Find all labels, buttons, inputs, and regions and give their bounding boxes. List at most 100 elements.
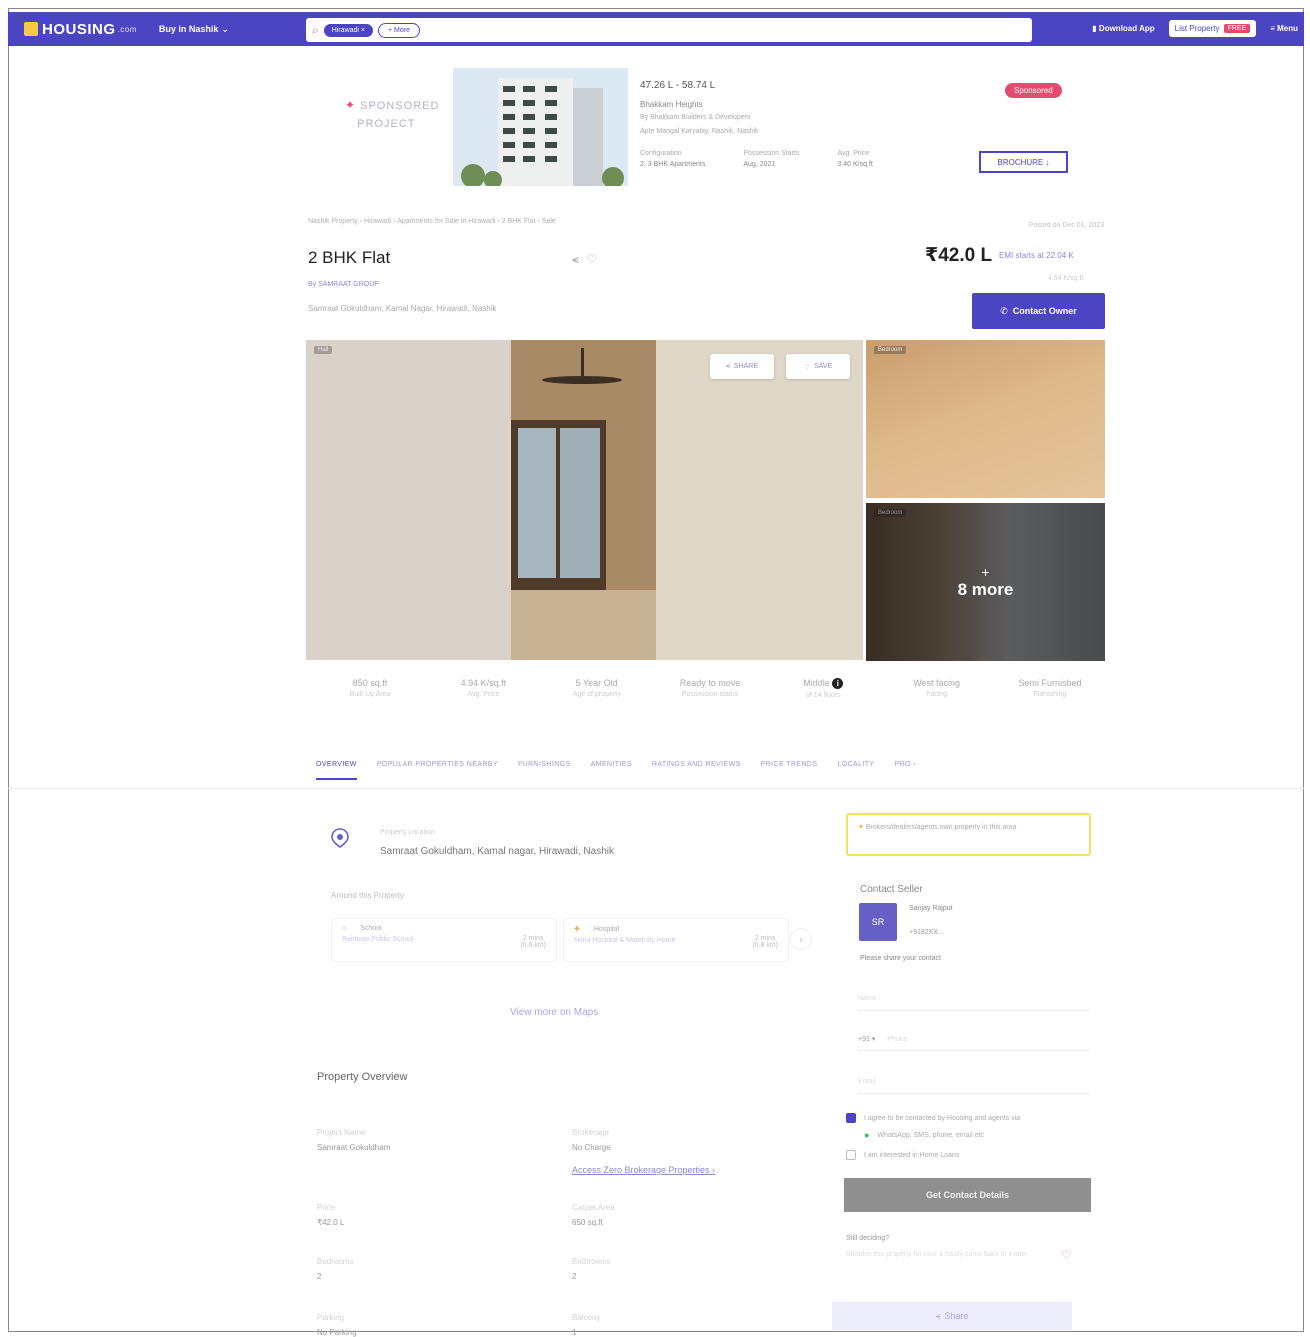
- carousel-next-button[interactable]: ›: [790, 928, 812, 950]
- add-more-chip[interactable]: + More: [378, 22, 420, 38]
- listing-builder[interactable]: By SAMRAAT GROUP: [308, 281, 379, 288]
- country-code-select[interactable]: +91 ▾: [858, 1036, 875, 1043]
- search-bar[interactable]: ⌕ Hirawadi × + More: [306, 18, 1032, 42]
- agree-checkbox[interactable]: [846, 1113, 856, 1123]
- sponsored-project-image[interactable]: [453, 68, 628, 186]
- fact-key: Avg. Price: [837, 150, 870, 157]
- locality-chip-label: Hirawadi: [331, 26, 359, 34]
- tab-divider: [8, 788, 1304, 789]
- sparkle-icon: ✦: [345, 98, 357, 112]
- shortlist-heart-icon[interactable]: ♡: [1061, 1248, 1072, 1262]
- download-brochure-button[interactable]: BROCHURE ↓: [979, 151, 1068, 173]
- loan-text: I am interested in Home Loans: [864, 1151, 960, 1159]
- gallery-share-button[interactable]: ⪪ SHARE: [710, 354, 774, 379]
- breadcrumb[interactable]: Nashik Property › Hirawadi › Apartments …: [308, 218, 556, 225]
- zero-brokerage-link[interactable]: Access Zero Brokerage Properties ›: [572, 1165, 715, 1175]
- free-tag: FREE: [1223, 24, 1251, 33]
- nearby-card-school[interactable]: ⌂ School Rainbow Public School 2 mins (0.6…: [331, 918, 557, 962]
- gallery-save-button[interactable]: ♡ SAVE: [786, 354, 850, 379]
- overview-item: Parking No Parking: [317, 1313, 357, 1337]
- seller-phone[interactable]: +9182XX...: [909, 929, 944, 936]
- fact-key: Possession Starts: [743, 150, 800, 157]
- listing-price: ₹42.0 L: [925, 245, 993, 266]
- name-field[interactable]: Name: [858, 985, 1090, 1011]
- highlight-value: Semi Furnished: [1018, 678, 1082, 688]
- still-deciding-title: Still deciding?: [846, 1235, 890, 1242]
- overview-value: Samraat Gokuldham: [317, 1143, 391, 1152]
- list-property-label: List Property: [1174, 24, 1220, 33]
- chevron-right-icon: ›: [799, 934, 803, 944]
- tab-price-trends[interactable]: PRICE TRENDS: [761, 761, 818, 780]
- overview-key: Carpet Area: [572, 1203, 615, 1212]
- highlight-item: Middle i of 14 floors: [773, 678, 873, 699]
- gallery-thumb-top[interactable]: Bedroom: [866, 340, 1105, 498]
- agree-checkbox-row[interactable]: I agree to be contacted by Housing and a…: [846, 1113, 1020, 1123]
- nearby-category: School: [360, 925, 382, 932]
- more-photos-count: 8 more: [957, 580, 1014, 599]
- section-tabs: OVERVIEW POPULAR PROPERTIES NEARBY FURNI…: [316, 761, 916, 780]
- highlight-value: Middle: [803, 678, 830, 688]
- chevron-down-icon: ⌄: [221, 23, 229, 34]
- tab-more[interactable]: PRO ›: [895, 761, 916, 780]
- listing-address: Samraat Gokuldham, Kamal Nagar, Hirawadi…: [308, 304, 497, 313]
- overview-item: Project Name Samraat Gokuldham: [317, 1128, 390, 1152]
- download-app-link[interactable]: ▮ Download App: [1092, 24, 1154, 33]
- listing-title: 2 BHK Flat: [308, 248, 391, 267]
- plus-icon: +: [981, 564, 990, 580]
- share-button[interactable]: ⪪ Share: [832, 1302, 1072, 1330]
- nearby-km: (0.6 km): [520, 942, 546, 949]
- gallery-thumb-bottom[interactable]: Bedroom + 8 more: [866, 503, 1105, 661]
- phone-field[interactable]: +91 ▾ Phone: [858, 1025, 1090, 1051]
- room-illustration: [306, 340, 863, 660]
- highlight-label: Built Up Area: [349, 691, 391, 698]
- housing-logo[interactable]: HOUSING .com: [24, 21, 137, 38]
- overview-item: Bedrooms 2: [317, 1257, 353, 1281]
- buy-in-city-dropdown[interactable]: Buy in Nashik ⌄: [159, 24, 229, 35]
- posted-on-date: Posted on Dec 01, 2023: [1028, 222, 1104, 229]
- contact-owner-button[interactable]: ✆ Contact Owner: [972, 293, 1105, 329]
- top-nav-bar: HOUSING .com Buy in Nashik ⌄ ⌕ Hirawadi …: [8, 12, 1304, 46]
- dealer-notice-text: Brokers/dealers/agents own property in t…: [865, 824, 1017, 831]
- view-on-maps-link[interactable]: View more on Maps: [510, 1007, 598, 1018]
- locality-chip[interactable]: Hirawadi ×: [323, 23, 374, 37]
- share-icon[interactable]: ⪪: [572, 252, 587, 266]
- sponsored-project-label: ✦ SPONSORED PROJECT: [345, 96, 439, 133]
- bulb-icon: ✦: [858, 824, 864, 831]
- emi-link[interactable]: EMI starts at 22.04 K: [999, 251, 1074, 260]
- tab-popular-properties[interactable]: POPULAR PROPERTIES NEARBY: [377, 761, 498, 780]
- overview-key: Project Name: [317, 1128, 366, 1137]
- get-contact-details-button[interactable]: Get Contact Details: [844, 1178, 1091, 1212]
- highlight-value: 4.94 K/sq.ft: [460, 678, 507, 688]
- tab-furnishings[interactable]: FURNISHINGS: [518, 761, 571, 780]
- heart-icon[interactable]: ♡: [587, 252, 606, 266]
- hospital-icon: ✚: [574, 926, 580, 933]
- highlight-label: Possession status: [681, 691, 739, 698]
- menu-button[interactable]: ≡ Menu: [1270, 24, 1298, 33]
- tab-amenities[interactable]: AMENITIES: [591, 761, 632, 780]
- highlight-label: Facing: [926, 691, 948, 698]
- nearby-card-hospital[interactable]: ✚ Hospital Nima Hospital & Maternity Home…: [563, 918, 789, 962]
- chip-close-icon[interactable]: ×: [361, 27, 365, 34]
- loan-checkbox-row[interactable]: I am interested in Home Loans: [846, 1150, 959, 1160]
- tab-overview[interactable]: OVERVIEW: [316, 761, 357, 780]
- tab-ratings[interactable]: RATINGS AND REVIEWS: [652, 761, 741, 780]
- list-property-button[interactable]: List Property FREE: [1168, 20, 1257, 37]
- loan-checkbox[interactable]: [846, 1150, 856, 1160]
- property-highlights: 850 sq.ft Built Up Area 4.94 K/sq.ft Avg. …: [320, 678, 1100, 699]
- info-icon[interactable]: i: [832, 678, 844, 690]
- email-field[interactable]: Email: [858, 1068, 1090, 1094]
- nearby-time: 2 mins: [522, 935, 544, 942]
- share-label: Share: [944, 1311, 969, 1321]
- sponsored-project-name[interactable]: Bhakkam Heights: [640, 100, 703, 109]
- highlight-value: 850 sq.ft: [352, 678, 388, 688]
- overview-item: Carpet Area 650 sq.ft: [572, 1203, 615, 1227]
- sponsored-fact: Possession Starts Aug, 2021: [743, 150, 799, 168]
- tab-locality[interactable]: LOCALITY: [837, 761, 874, 780]
- overview-value: 2: [572, 1272, 577, 1281]
- menu-icon: ≡: [1270, 24, 1275, 33]
- gallery-main-photo[interactable]: Hall ⪪ SHARE ♡ SAVE: [306, 340, 863, 660]
- agree-text: I agree to be contacted by Housing and a…: [864, 1114, 1021, 1122]
- more-photos-overlay[interactable]: + 8 more: [866, 503, 1105, 661]
- whatsapp-text: WhatsApp, SMS, phone, email etc: [877, 1131, 985, 1139]
- phone-placeholder: Phone: [887, 1036, 908, 1043]
